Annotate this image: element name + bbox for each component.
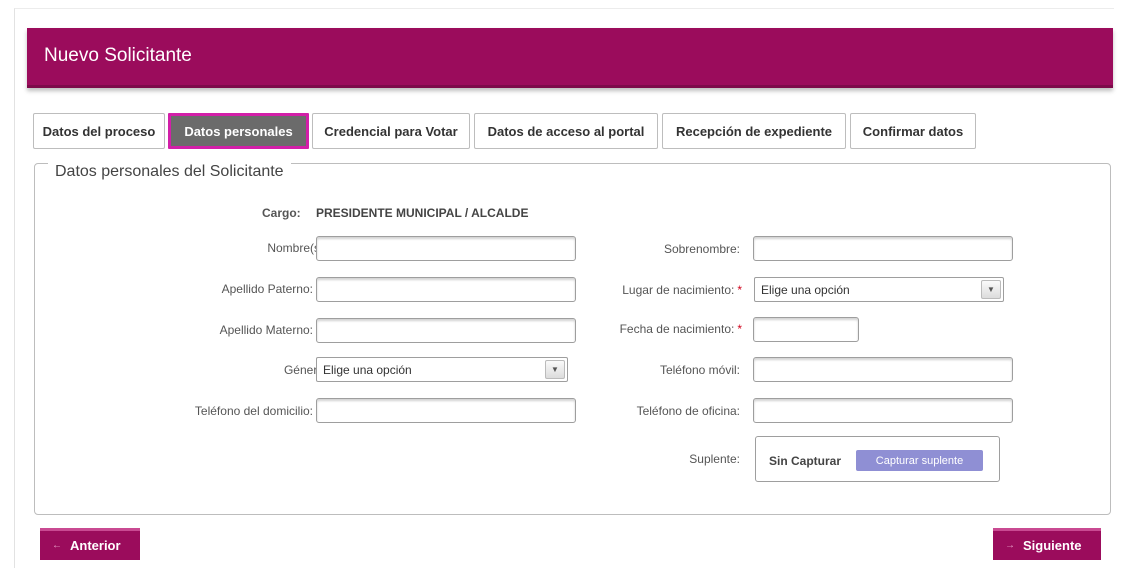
header-bar: Nuevo Solicitante [27,28,1113,88]
chevron-left-icon: ← [52,540,62,551]
telefono-domicilio-field[interactable] [316,398,576,423]
fecha-nacimiento-field[interactable] [753,317,859,342]
page-title: Nuevo Solicitante [44,45,192,66]
panel-legend: Datos personales del Solicitante [48,162,291,182]
telefono-domicilio-label: Teléfono del domicilio: [194,404,313,418]
suplente-status: Sin Capturar [769,454,842,468]
genero-select[interactable]: Elige una opción ▼ [316,357,568,382]
chevron-down-icon[interactable]: ▼ [545,360,565,379]
tab-datos-de-acceso-al-portal[interactable]: Datos de acceso al portal [474,113,658,149]
required-marker: * [737,283,742,297]
fecha-nacimiento-label: Fecha de nacimiento: * [619,322,742,336]
anterior-label: Anterior [70,538,121,553]
sobrenombre-label: Sobrenombre: [663,242,740,256]
apellido-materno-field[interactable] [316,318,576,343]
chevron-down-icon[interactable]: ▼ [981,280,1001,299]
apellido-paterno-label: Apellido Paterno: [221,282,313,296]
telefono-movil-field[interactable] [753,357,1013,382]
required-marker: * [737,322,742,336]
apellido-materno-label: Apellido Materno: [219,323,313,337]
tab-credencial-para-votar[interactable]: Credencial para Votar [312,113,470,149]
lugar-nacimiento-selected: Elige una opción [761,282,850,297]
nombres-field[interactable] [316,236,576,261]
anterior-button[interactable]: ← Anterior [40,528,140,560]
tab-confirmar-datos[interactable]: Confirmar datos [850,113,976,149]
lugar-nacimiento-select[interactable]: Elige una opción ▼ [754,277,1004,302]
genero-selected: Elige una opción [323,362,412,377]
tab-datos-personales[interactable]: Datos personales [168,113,309,149]
cargo-label: Cargo: [262,206,301,220]
chevron-right-icon: → [1005,540,1015,551]
suplente-label: Suplente: [689,452,740,466]
telefono-oficina-field[interactable] [753,398,1013,423]
lugar-nacimiento-label: Lugar de nacimiento: * [622,283,742,297]
tab-recepcion-de-expediente[interactable]: Recepción de expediente [662,113,846,149]
telefono-movil-label: Teléfono móvil: [659,363,740,377]
apellido-paterno-field[interactable] [316,277,576,302]
telefono-oficina-label: Teléfono de oficina: [636,404,740,418]
capturar-suplente-button[interactable]: Capturar suplente [856,450,983,471]
siguiente-button[interactable]: → Siguiente [993,528,1101,560]
sobrenombre-field[interactable] [753,236,1013,261]
tab-datos-del-proceso[interactable]: Datos del proceso [33,113,165,149]
cargo-value: PRESIDENTE MUNICIPAL / ALCALDE [316,206,529,220]
siguiente-label: Siguiente [1023,538,1082,553]
